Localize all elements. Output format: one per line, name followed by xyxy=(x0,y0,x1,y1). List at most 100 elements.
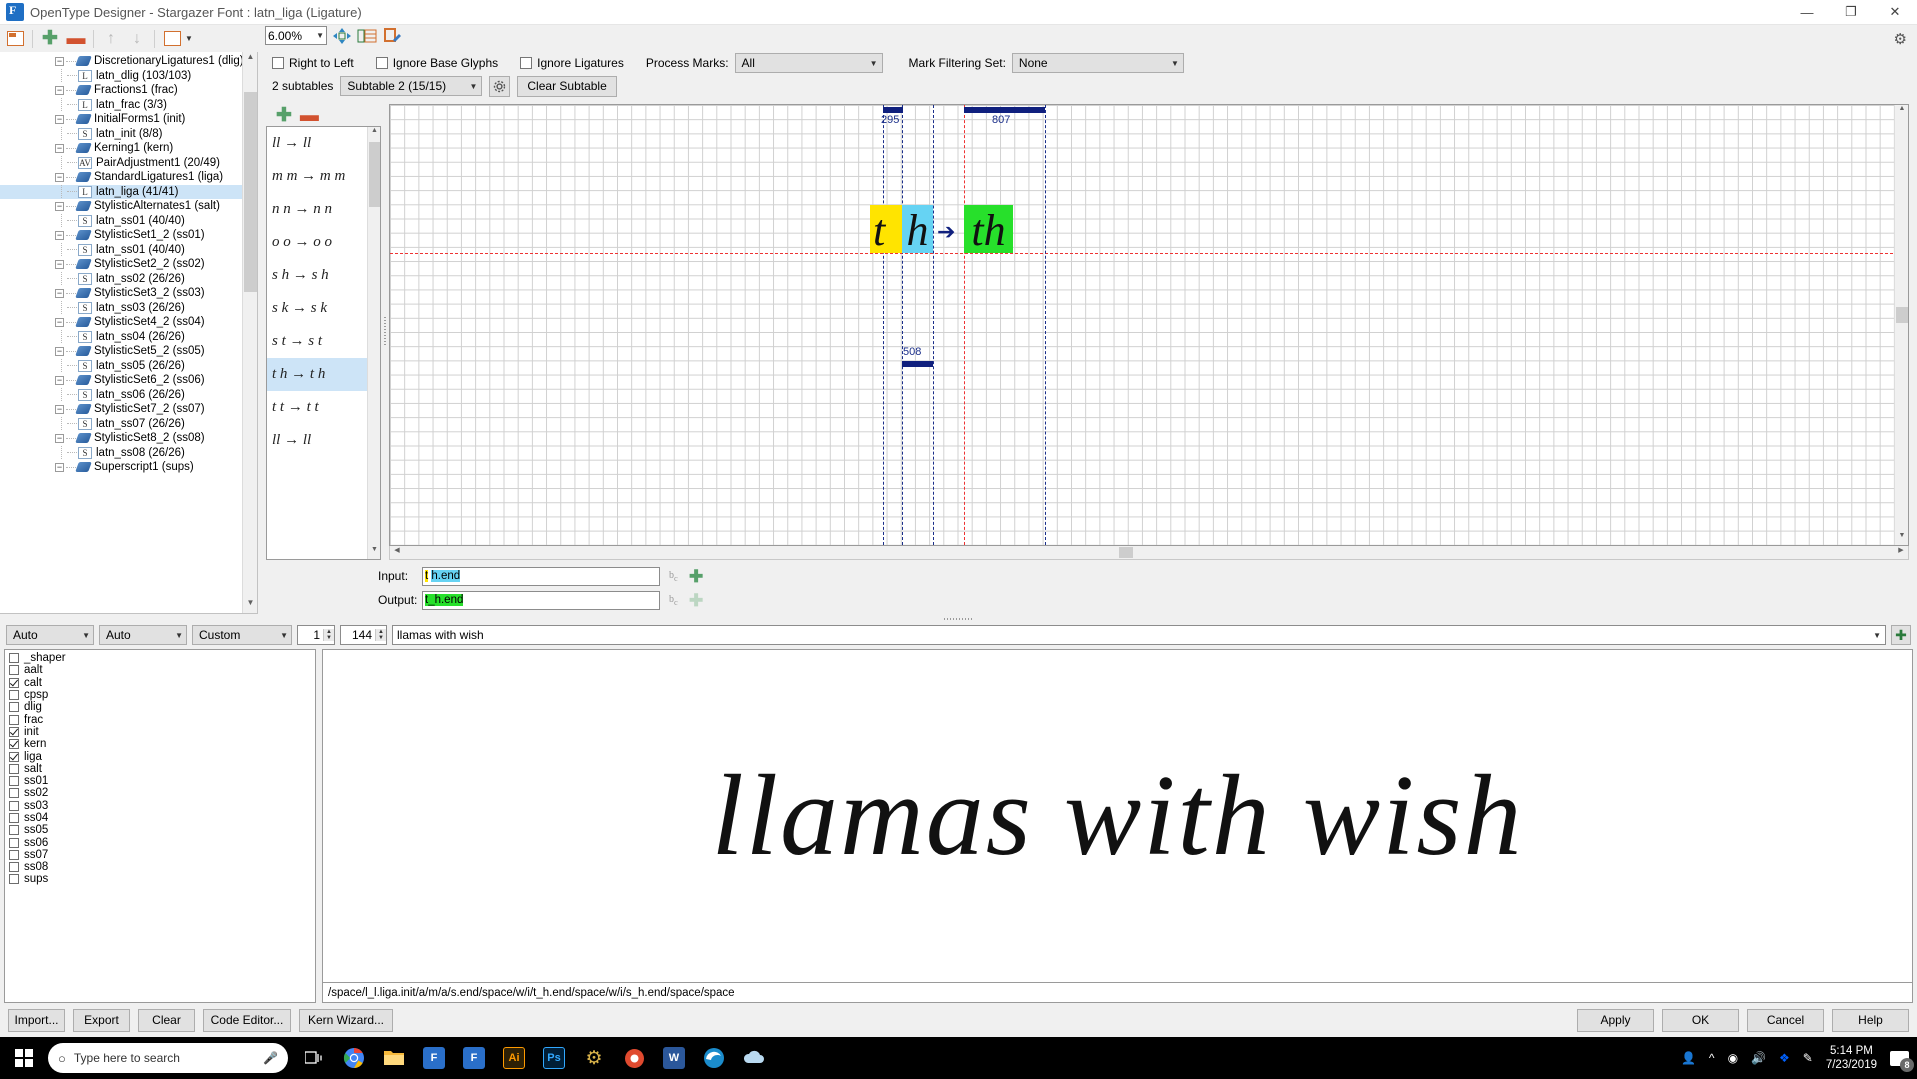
tree-expander[interactable]: − xyxy=(55,317,64,327)
glyph-pair-item[interactable]: n n → n n xyxy=(267,193,380,226)
tree-subtable-row[interactable]: AV PairAdjustment1 (20/49) xyxy=(0,155,257,171)
glyph-pair-item[interactable]: s k → s k xyxy=(267,292,380,325)
tree-lookup-row[interactable]: − Superscript1 (sups) xyxy=(0,460,257,475)
browse-glyph-icon[interactable]: bc xyxy=(669,594,685,607)
tree-expander[interactable]: − xyxy=(55,230,64,240)
glyph-pair-item[interactable]: o o → o o xyxy=(267,226,380,259)
tree-subtable-row[interactable]: Slatn_ss06 (26/26) xyxy=(0,387,257,403)
feature-checkbox-liga[interactable]: liga xyxy=(9,750,315,763)
right-to-left-checkbox[interactable]: Right to Left xyxy=(272,56,354,70)
feature-checkbox-kern[interactable]: kern xyxy=(9,738,315,750)
show-hidden-icons-chevron[interactable]: ^ xyxy=(1709,1051,1715,1065)
tree-scrollbar[interactable]: ▲ ▼ xyxy=(242,52,257,613)
add-input-icon[interactable]: ✚ xyxy=(689,568,703,585)
grid-icon[interactable] xyxy=(357,27,377,45)
taskbar-photoshop-icon[interactable]: Ps xyxy=(534,1037,574,1079)
glyph-pair-item[interactable]: ll → ll xyxy=(267,127,380,160)
taskbar-file-explorer-icon[interactable] xyxy=(374,1037,414,1079)
export-button[interactable]: Export xyxy=(73,1008,130,1032)
edit-glyph-icon[interactable] xyxy=(382,27,402,45)
volume-icon[interactable]: 🔊 xyxy=(1751,1051,1766,1065)
browse-glyph-icon[interactable]: bc xyxy=(669,570,685,583)
people-icon[interactable]: 👤 xyxy=(1681,1051,1696,1065)
task-view-button[interactable] xyxy=(294,1037,334,1079)
feature-checkbox-ss07[interactable]: ss07 xyxy=(9,849,315,861)
output-field[interactable]: t_h.end xyxy=(422,590,660,610)
scroll-down-icon[interactable]: ▼ xyxy=(1895,532,1908,545)
start-button[interactable] xyxy=(0,1037,48,1079)
feature-checkbox-ss05[interactable]: ss05 xyxy=(9,824,315,836)
tree-expander[interactable]: − xyxy=(55,433,64,443)
size-stepper-buttons[interactable]: ▲ ▼ xyxy=(375,629,386,641)
tree-subtable-row[interactable]: Slatn_ss02 (26/26) xyxy=(0,271,257,287)
tree-lookup-row[interactable]: − StylisticSet6_2 (ss06) xyxy=(0,373,257,388)
sample-text-input[interactable]: llamas with wish ▼ xyxy=(392,625,1886,645)
glyph-canvas[interactable]: 295 807 508 t h ➔ th ▲ ▼ xyxy=(389,104,1909,546)
minimize-button[interactable]: — xyxy=(1785,0,1829,25)
feature-checkbox-ss01[interactable]: ss01 xyxy=(9,775,315,787)
tree-lookup-row[interactable]: − StylisticSet4_2 (ss04) xyxy=(0,315,257,330)
cancel-button[interactable]: Cancel xyxy=(1747,1008,1824,1032)
tree-expander[interactable]: − xyxy=(55,288,64,298)
taskbar-onedrive-icon[interactable] xyxy=(734,1037,774,1079)
ok-button[interactable]: OK xyxy=(1662,1008,1739,1032)
taskbar-recorder-icon[interactable] xyxy=(614,1037,654,1079)
tree-lookup-row[interactable]: − Fractions1 (frac) xyxy=(0,83,257,98)
feature-checkbox-ss08[interactable]: ss08 xyxy=(9,861,315,873)
tree-expander[interactable]: − xyxy=(55,172,64,182)
clear-button[interactable]: Clear xyxy=(138,1008,195,1032)
maximize-button[interactable]: ❐ xyxy=(1829,0,1873,25)
tree-expander[interactable]: − xyxy=(55,375,64,385)
tree-lookup-row[interactable]: − StylisticSet2_2 (ss02) xyxy=(0,257,257,272)
microphone-icon[interactable]: 🎤 xyxy=(263,1051,278,1065)
tree-subtable-row[interactable]: Slatn_ss03 (26/26) xyxy=(0,300,257,316)
tree-lookup-row[interactable]: − StylisticSet5_2 (ss05) xyxy=(0,344,257,359)
fit-to-window-icon[interactable] xyxy=(332,27,352,45)
tree-subtable-row[interactable]: Slatn_ss01 (40/40) xyxy=(0,213,257,229)
zoom-select[interactable]: 6.00% ▼ xyxy=(265,26,327,45)
glyph-pair-item[interactable]: ll → ll xyxy=(267,424,380,457)
kern-wizard-button[interactable]: Kern Wizard... xyxy=(299,1008,393,1032)
wifi-icon[interactable]: ◉ xyxy=(1728,1051,1738,1065)
count-stepper[interactable]: 1 ▲ ▼ xyxy=(297,625,335,645)
stepper-down-icon[interactable]: ▼ xyxy=(376,635,386,641)
tree-lookup-row[interactable]: − StylisticSet8_2 (ss08) xyxy=(0,431,257,446)
tree-expander[interactable]: − xyxy=(55,143,64,153)
close-button[interactable]: ✕ xyxy=(1873,0,1917,25)
tree-expander[interactable]: − xyxy=(55,346,64,356)
input-glyph-1-box[interactable]: t xyxy=(870,205,902,253)
tree-expander[interactable]: − xyxy=(55,201,64,211)
glyph-pair-item[interactable]: s t → s t xyxy=(267,325,380,358)
taskbar-fontlab2-icon[interactable]: F xyxy=(454,1037,494,1079)
feature-checkbox-sups[interactable]: sups xyxy=(9,873,315,885)
chevron-down-icon[interactable]: ▼ xyxy=(1873,631,1881,640)
add-pair-icon[interactable]: ✚ xyxy=(276,106,292,125)
count-stepper-buttons[interactable]: ▲ ▼ xyxy=(323,629,334,641)
tree-expander[interactable]: − xyxy=(55,462,64,472)
feature-checkbox-ss03[interactable]: ss03 xyxy=(9,800,315,812)
tree-subtable-row[interactable]: Slatn_ss05 (26/26) xyxy=(0,358,257,374)
feature-checkbox-aalt[interactable]: aalt xyxy=(9,664,315,676)
mark-filtering-select[interactable]: None ▼ xyxy=(1011,53,1184,73)
scroll-down-icon[interactable]: ▼ xyxy=(368,546,380,559)
mode-select[interactable]: Custom ▼ xyxy=(192,625,292,645)
move-up-icon[interactable]: ↑ xyxy=(98,27,124,51)
canvas-vertical-scrollbar[interactable]: ▲ ▼ xyxy=(1894,105,1908,545)
tree-scrollbar-thumb[interactable] xyxy=(244,92,257,292)
text-preview[interactable]: llamas with wish xyxy=(322,649,1913,983)
tree-expander[interactable]: − xyxy=(55,404,64,414)
tree-expander[interactable]: − xyxy=(55,56,64,66)
tree-expander[interactable]: − xyxy=(55,114,64,124)
code-editor-button[interactable]: Code Editor... xyxy=(203,1008,291,1032)
input-field[interactable]: t h.end xyxy=(422,566,660,586)
taskbar-settings-icon[interactable]: ⚙ xyxy=(574,1037,614,1079)
tree-subtable-row[interactable]: Slatn_ss04 (26/26) xyxy=(0,329,257,345)
tree-lookup-row[interactable]: − InitialForms1 (init) xyxy=(0,112,257,127)
tree-expander[interactable]: − xyxy=(55,85,64,95)
feature-checkbox-ss06[interactable]: ss06 xyxy=(9,836,315,849)
notification-center-icon[interactable]: 8 xyxy=(1890,1050,1914,1072)
help-button[interactable]: Help xyxy=(1832,1008,1909,1032)
settings-icon[interactable]: ⚙ xyxy=(1894,30,1907,48)
output-glyph-box[interactable]: th xyxy=(964,205,1013,253)
subtable-select[interactable]: Subtable 2 (15/15) ▼ xyxy=(340,76,483,96)
